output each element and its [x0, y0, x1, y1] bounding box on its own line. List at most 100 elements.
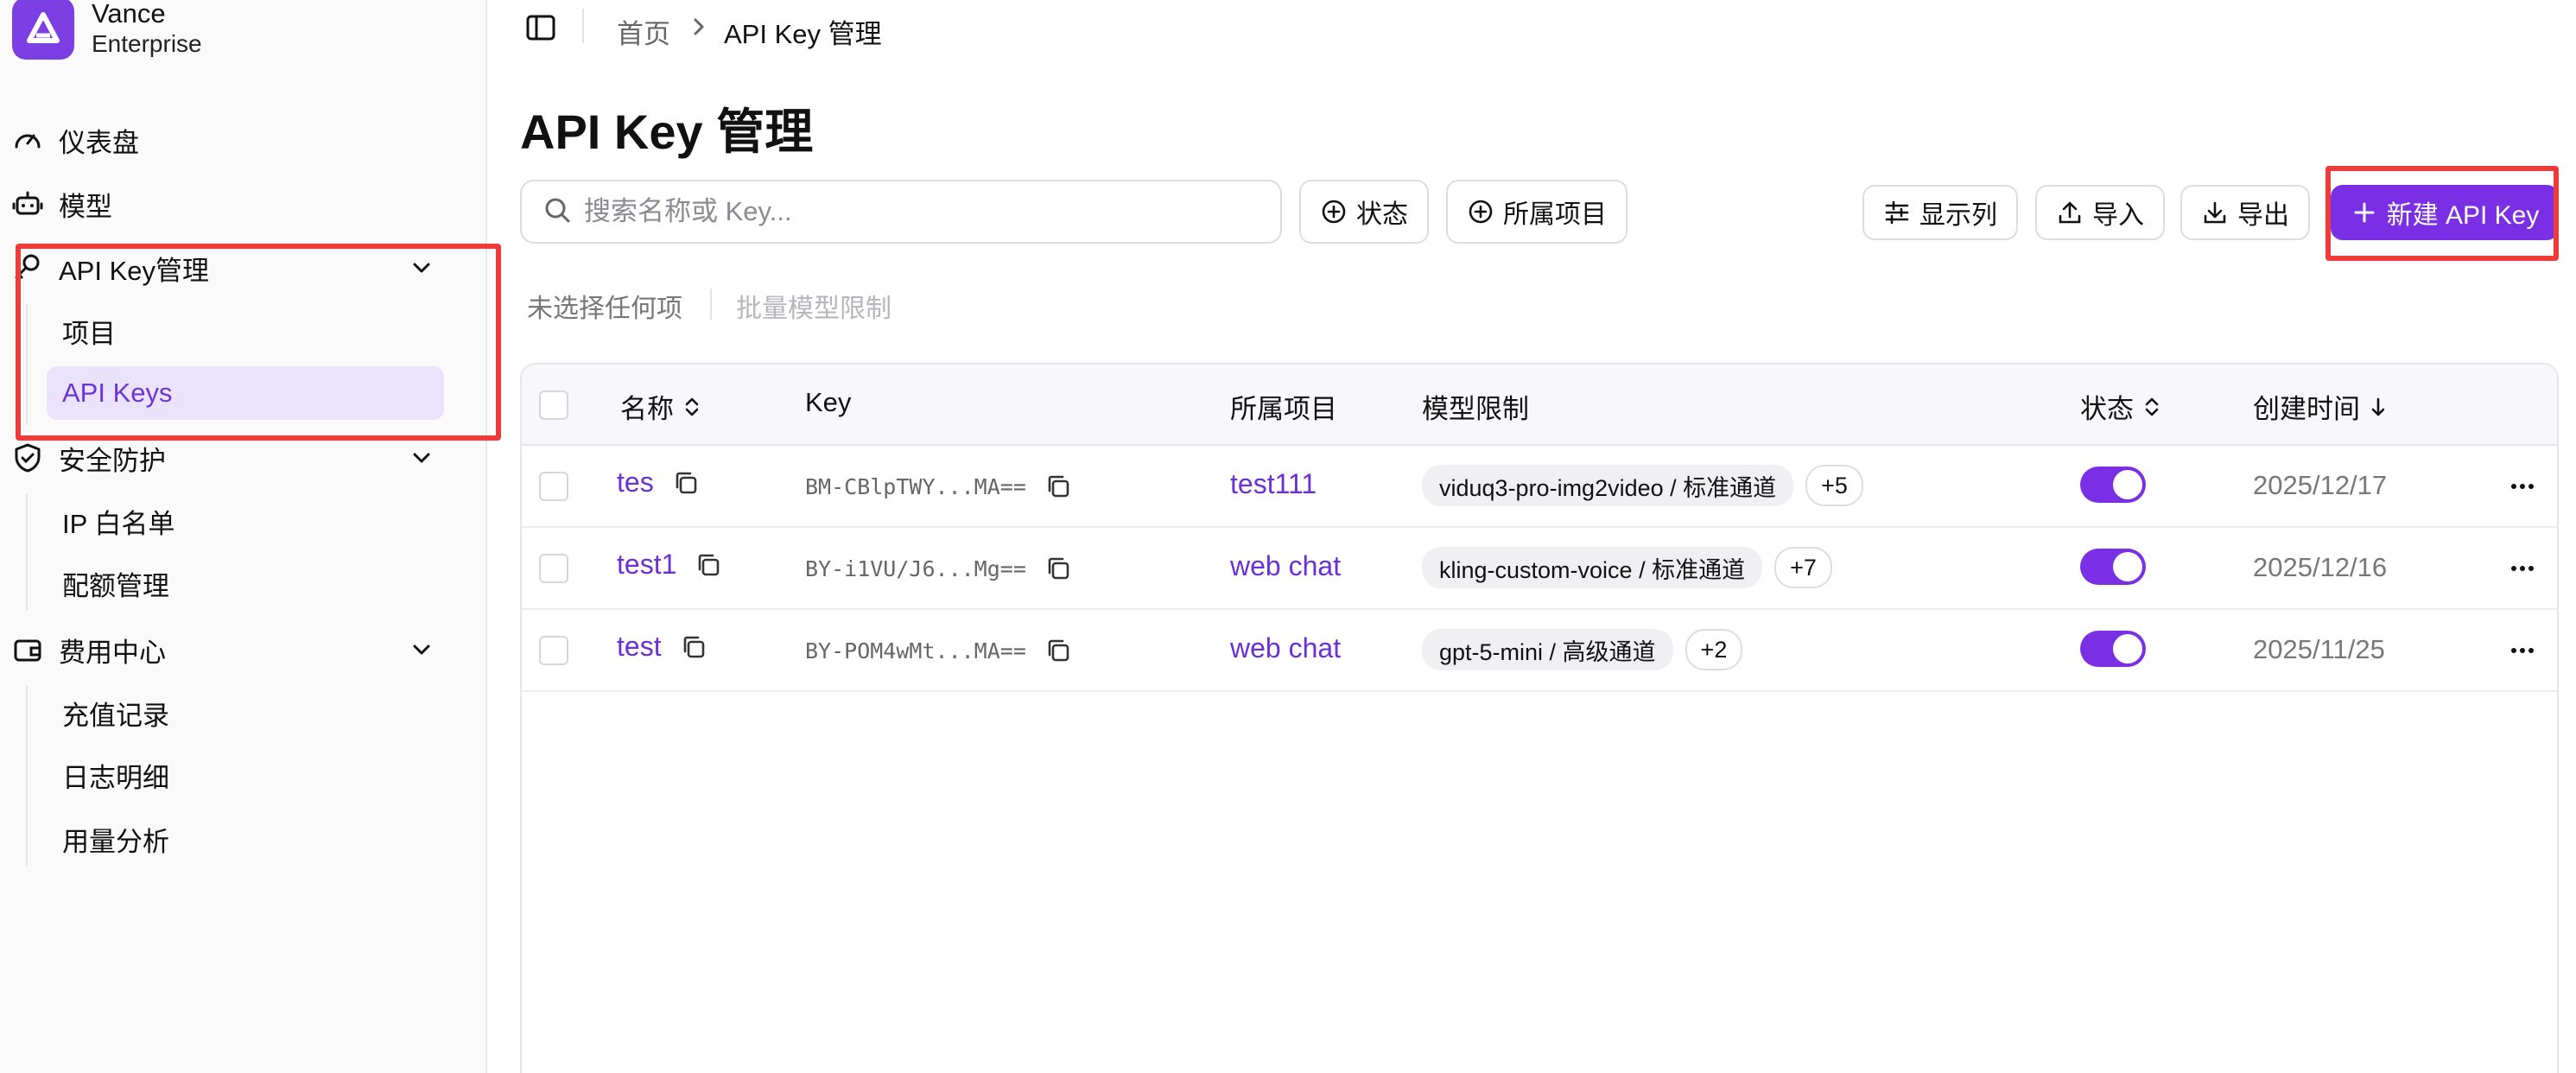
new-api-key-button[interactable]: 新建 API Key [2331, 185, 2559, 240]
key-name-link[interactable]: test1 [617, 549, 676, 581]
sidebar-item-log-details[interactable]: 日志明细 [47, 748, 444, 802]
status-toggle[interactable] [2080, 467, 2146, 503]
breadcrumb-current: API Key 管理 [724, 19, 882, 49]
status-toggle[interactable] [2080, 631, 2146, 667]
sidebar-item-label: 项目 [62, 318, 116, 349]
import-button[interactable]: 导入 [2035, 185, 2165, 240]
copy-icon[interactable] [694, 550, 723, 580]
more-models-badge[interactable]: +5 [1805, 465, 1863, 506]
header-status-label: 状态 [2080, 394, 2134, 424]
sidebar-item-quota[interactable]: 配额管理 [47, 556, 444, 610]
chevron-down-icon[interactable] [408, 636, 435, 663]
header-status[interactable]: 状态 [2080, 387, 2165, 426]
table-row[interactable]: test BY-POM4wMt...MA== web chat gpt-5-mi… [522, 610, 2557, 692]
key-name-link[interactable]: test [617, 631, 662, 663]
header-models: 模型限制 [1422, 394, 1529, 424]
sort-descending-icon [2369, 396, 2391, 418]
sidebar-item-projects[interactable]: 项目 [47, 304, 444, 358]
sidebar-item-recharge-records[interactable]: 充值记录 [47, 686, 444, 740]
breadcrumb-home[interactable]: 首页 [617, 12, 670, 51]
sidebar-item-api-keys[interactable]: API Keys [47, 366, 444, 420]
header-created[interactable]: 创建时间 [2253, 387, 2391, 426]
project-link[interactable]: test111 [1230, 468, 1317, 500]
table-header: 名称 Key 所属项目 模型限制 状态 创建时间 [522, 365, 2557, 446]
more-actions-icon[interactable] [2505, 473, 2540, 499]
topbar: 首页 API Key 管理 [487, 0, 2576, 60]
sort-icon [2142, 396, 2165, 418]
sidebar-item-api-key-management[interactable]: API Key管理 [0, 242, 466, 294]
status-toggle[interactable] [2080, 549, 2146, 585]
sidebar-toggle-icon[interactable] [525, 12, 560, 47]
copy-icon[interactable] [1044, 472, 1073, 501]
sidebar-item-dashboard[interactable]: 仪表盘 [0, 114, 466, 166]
export-label: 导出 [2237, 201, 2289, 230]
wallet-icon [10, 632, 45, 667]
sidebar-item-models[interactable]: 模型 [0, 178, 466, 230]
vance-logo-icon [12, 0, 74, 60]
copy-icon[interactable] [671, 468, 701, 498]
header-key: Key [805, 387, 852, 417]
bulk-model-limit-button[interactable]: 批量模型限制 [736, 287, 891, 325]
toggle-knob [2113, 470, 2142, 499]
sidebar-item-ip-whitelist[interactable]: IP 白名单 [47, 494, 444, 548]
more-models-badge[interactable]: +7 [1774, 547, 1832, 588]
more-actions-icon[interactable] [2505, 638, 2540, 663]
sidebar-item-label: API Keys [62, 378, 173, 408]
chevron-down-icon[interactable] [408, 254, 435, 282]
export-button[interactable]: 导出 [2180, 185, 2310, 240]
filter-project-button[interactable]: 所属项目 [1446, 180, 1627, 244]
table-row[interactable]: test1 BY-i1VU/J6...Mg== web chat kling-c… [522, 528, 2557, 610]
sidebar-item-billing[interactable]: 费用中心 [0, 624, 466, 676]
more-actions-icon[interactable] [2505, 556, 2540, 581]
copy-icon[interactable] [1044, 636, 1073, 665]
header-name[interactable]: 名称 [620, 387, 705, 426]
created-date: 2025/11/25 [2253, 634, 2385, 664]
api-key-value: BY-i1VU/J6...Mg== [805, 556, 1026, 581]
copy-icon[interactable] [679, 632, 708, 662]
plus-icon [2351, 199, 2378, 226]
sidebar-item-label: 仪表盘 [59, 127, 139, 158]
sort-icon [682, 396, 705, 418]
brand[interactable]: Vance Enterprise [12, 0, 202, 60]
model-tag: viduq3-pro-img2video / 标准通道 [1422, 465, 1794, 506]
sidebar-item-usage-analysis[interactable]: 用量分析 [47, 812, 444, 866]
created-date: 2025/12/17 [2253, 470, 2388, 500]
toggle-knob [2113, 634, 2142, 663]
more-models-badge[interactable]: +2 [1685, 629, 1743, 670]
created-date: 2025/12/16 [2253, 552, 2388, 582]
columns-button[interactable]: 显示列 [1862, 185, 2018, 240]
filter-status-button[interactable]: 状态 [1299, 180, 1429, 244]
sidebar-item-label: IP 白名单 [62, 508, 175, 539]
key-name-link[interactable]: tes [617, 467, 654, 498]
sidebar-subgroup-api-key: 项目 API Keys [26, 304, 444, 425]
model-tag: gpt-5-mini / 高级通道 [1422, 629, 1673, 670]
project-link[interactable]: web chat [1230, 550, 1341, 582]
search-icon [542, 195, 572, 229]
sliders-icon [1883, 199, 1911, 226]
select-all-checkbox[interactable] [539, 390, 568, 420]
sidebar-item-label: 模型 [59, 191, 112, 222]
header-name-label: 名称 [620, 394, 674, 424]
filter-project-label: 所属项目 [1503, 200, 1607, 229]
sidebar-item-label: 配额管理 [62, 570, 169, 601]
sidebar-item-label: 安全防护 [59, 445, 166, 476]
row-checkbox[interactable] [539, 554, 568, 583]
header-project: 所属项目 [1230, 394, 1337, 424]
row-checkbox[interactable] [539, 472, 568, 501]
topbar-divider [582, 9, 584, 43]
sidebar-item-security[interactable]: 安全防护 [0, 432, 466, 484]
header-created-label: 创建时间 [2253, 394, 2360, 424]
copy-icon[interactable] [1044, 554, 1073, 583]
project-link[interactable]: web chat [1230, 632, 1341, 664]
chevron-down-icon[interactable] [408, 444, 435, 472]
sidebar-subgroup-billing: 充值记录 日志明细 用量分析 [26, 686, 169, 866]
plus-circle-icon [1467, 198, 1494, 225]
sidebar-item-label: 用量分析 [62, 826, 169, 857]
row-checkbox[interactable] [539, 636, 568, 665]
search-box[interactable] [520, 180, 1282, 244]
new-api-key-label: 新建 API Key [2386, 201, 2540, 230]
sidebar-item-label: 充值记录 [62, 700, 169, 731]
table-row[interactable]: tes BM-CBlpTWY...MA== test111 viduq3-pro… [522, 446, 2557, 528]
search-input[interactable] [584, 196, 1240, 227]
key-icon [10, 251, 45, 285]
